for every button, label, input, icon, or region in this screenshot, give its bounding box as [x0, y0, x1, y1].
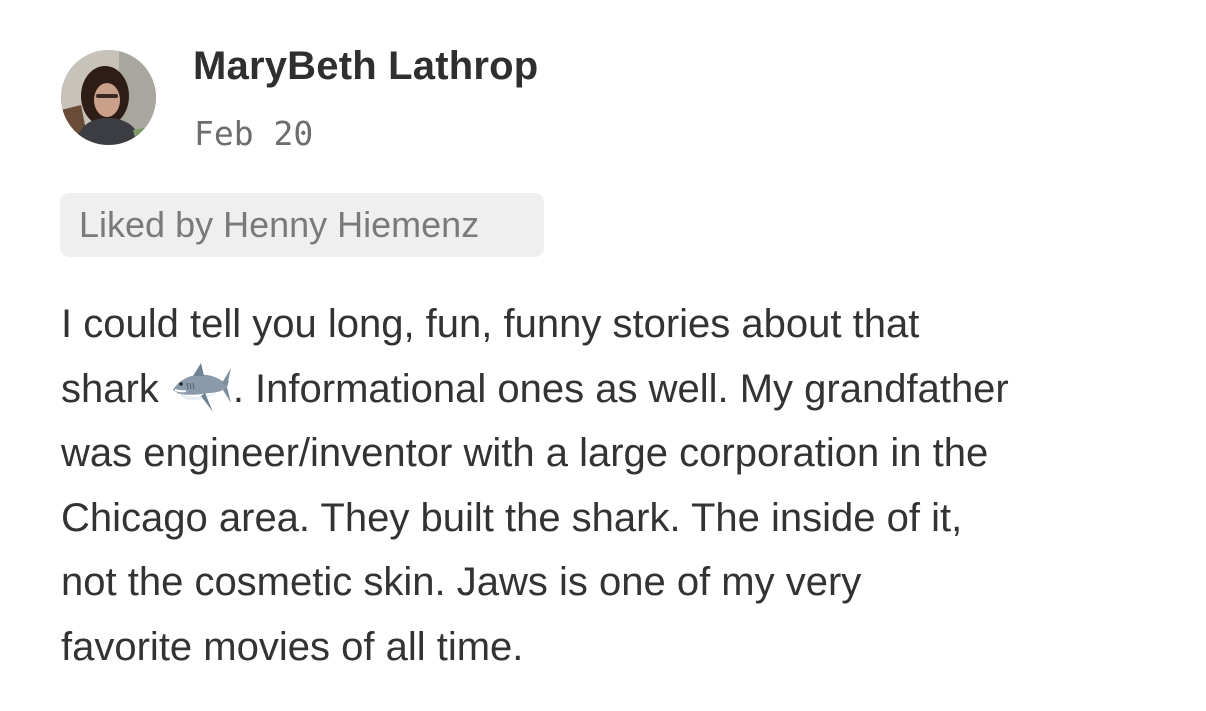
liked-by-label: Liked by Henny Hiemenz	[79, 204, 480, 245]
liked-by-badge[interactable]: Liked by Henny Hiemenz	[60, 193, 544, 257]
comment-body-line: I could tell you long, fun, funny storie…	[61, 302, 920, 346]
profile-photo-avatar	[61, 50, 156, 145]
comment-body: I could tell you long, fun, funny storie…	[61, 292, 1171, 679]
comment-body-text: . Informational ones as well. My grandfa…	[232, 366, 1009, 411]
comment-card: MaryBeth Lathrop Feb 20 Liked by Henny H…	[0, 0, 1206, 711]
comment-body-line: shark . Informational ones as well. My g…	[61, 357, 1171, 422]
avatar[interactable]	[61, 50, 156, 145]
comment-body-line: favorite movies of all time.	[61, 624, 524, 669]
comment-body-text: shark	[61, 366, 159, 411]
comment-body-line: was engineer/inventor with a large corpo…	[61, 431, 989, 475]
author-name[interactable]: MaryBeth Lathrop	[193, 44, 538, 89]
post-date: Feb 20	[194, 114, 314, 153]
comment-body-line: Chicago area. They built the shark. The …	[61, 495, 963, 540]
comment-body-line: not the cosmetic skin. Jaws is one of my…	[61, 560, 862, 604]
shark-icon	[169, 360, 231, 416]
